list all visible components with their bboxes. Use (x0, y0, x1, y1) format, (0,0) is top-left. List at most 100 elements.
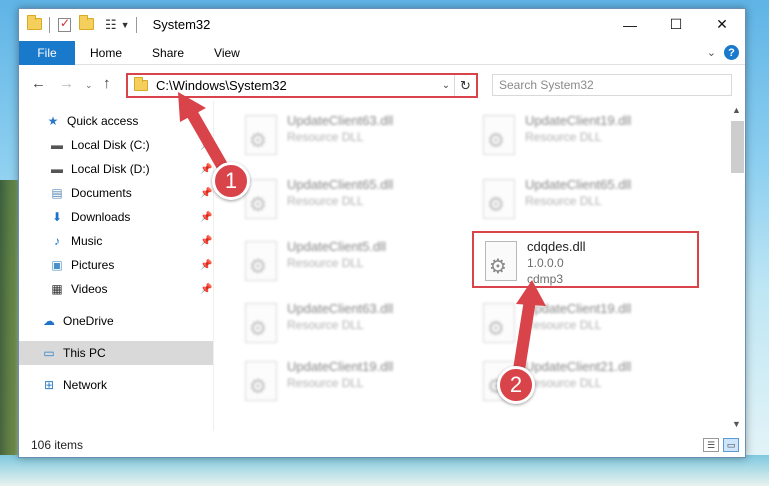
dll-file-icon (483, 303, 515, 343)
dll-file-icon (483, 179, 515, 219)
file-tile[interactable]: UpdateClient19.dll Resource DLL (235, 355, 455, 407)
file-name: UpdateClient19.dll (525, 113, 632, 128)
dll-file-icon (245, 361, 277, 401)
pin-icon[interactable]: 📌 (200, 164, 212, 175)
sidebar-item-music[interactable]: ♪ Music 📌 (19, 229, 213, 253)
status-bar: 106 items ☰ ▭ (19, 433, 745, 457)
recent-locations-chevron-icon[interactable]: ⌄ (85, 80, 93, 91)
sidebar-item-quick-access[interactable]: ★ Quick access (19, 109, 213, 133)
music-icon: ♪ (54, 234, 60, 248)
pin-icon[interactable]: 📌 (200, 188, 212, 199)
tab-view[interactable]: View (199, 46, 255, 60)
file-name: UpdateClient21.dll (525, 359, 632, 374)
new-folder-icon[interactable] (79, 14, 95, 32)
address-bar[interactable]: C:\Windows\System32 ⌄ ↻ (126, 73, 478, 98)
address-dropdown-icon[interactable]: ⌄ (438, 80, 454, 91)
title-bar: ☷ ▼ System32 — ☐ ✕ (19, 9, 745, 40)
sidebar-item-label: This PC (63, 346, 106, 360)
sidebar-item-documents[interactable]: ▤ Documents 📌 (19, 181, 213, 205)
sidebar-item-label: Videos (71, 282, 108, 296)
folder-icon (134, 77, 148, 91)
file-explorer-window: ☷ ▼ System32 — ☐ ✕ File Home Share View … (18, 8, 746, 458)
search-input[interactable] (492, 74, 732, 96)
sidebar-item-onedrive[interactable]: ☁ OneDrive (19, 309, 213, 333)
tab-file[interactable]: File (19, 40, 75, 65)
file-tile[interactable]: UpdateClient19.dll Resource DLL (473, 109, 693, 161)
address-path[interactable]: C:\Windows\System32 (156, 78, 438, 93)
back-arrow-icon[interactable]: ← (31, 75, 46, 92)
sidebar-item-pictures[interactable]: ▣ Pictures 📌 (19, 253, 213, 277)
file-tile[interactable]: UpdateClient65.dll Resource DLL (235, 173, 455, 225)
divider (135, 16, 137, 33)
file-type: Resource DLL (525, 318, 602, 332)
file-name: UpdateClient19.dll (525, 301, 632, 316)
file-tile[interactable]: UpdateClient63.dll Resource DLL (235, 297, 455, 349)
maximize-button[interactable]: ☐ (653, 9, 699, 40)
forward-arrow-icon[interactable]: → (59, 75, 74, 92)
scroll-up-icon[interactable]: ▲ (732, 105, 741, 115)
up-arrow-icon[interactable]: ↑ (103, 75, 111, 92)
pin-icon[interactable]: 📌 (200, 236, 212, 247)
pin-icon[interactable]: 📌 (200, 284, 212, 295)
pin-icon[interactable]: 📌 (200, 140, 212, 151)
sidebar-item-local-disk-d[interactable]: ▬ Local Disk (D:) 📌 (19, 157, 213, 181)
minimize-button[interactable]: — (607, 9, 653, 40)
scroll-down-icon[interactable]: ▼ (732, 419, 741, 429)
videos-icon: ▦ (51, 282, 63, 296)
view-switcher: ☰ ▭ (703, 438, 739, 452)
sidebar-item-local-disk-c[interactable]: ▬ Local Disk (C:) 📌 (19, 133, 213, 157)
item-count: 106 items (31, 438, 84, 452)
file-name: UpdateClient63.dll (287, 113, 394, 128)
file-type: Resource DLL (525, 194, 602, 208)
sidebar-item-label: Quick access (67, 114, 139, 128)
pin-icon[interactable]: 📌 (200, 212, 212, 223)
sidebar-item-network[interactable]: ⊞ Network (19, 373, 213, 397)
file-list: UpdateClient63.dll Resource DLL UpdateCl… (215, 101, 729, 431)
file-type: Resource DLL (287, 256, 364, 270)
file-tile[interactable]: UpdateClient5.dll Resource DLL (235, 235, 455, 287)
close-button[interactable]: ✕ (699, 9, 745, 40)
background-sea (0, 455, 769, 486)
vertical-scrollbar[interactable]: ▲ ▼ (729, 101, 746, 431)
window-title: System32 (152, 17, 211, 32)
tab-home[interactable]: Home (75, 46, 137, 60)
computer-icon: ▭ (43, 346, 55, 360)
quick-access-dropdown-icon[interactable]: ▼ (121, 20, 130, 30)
sidebar-item-downloads[interactable]: ⬇ Downloads 📌 (19, 205, 213, 229)
details-view-icon[interactable]: ☰ (703, 438, 719, 452)
large-icons-view-icon[interactable]: ▭ (723, 438, 739, 452)
dll-file-icon (245, 115, 277, 155)
sidebar-item-label: Local Disk (D:) (71, 162, 150, 176)
cloud-icon: ☁ (43, 314, 55, 328)
file-type: Resource DLL (525, 130, 602, 144)
expand-ribbon-chevron-icon[interactable]: ⌄ (707, 46, 716, 59)
network-icon: ⊞ (43, 378, 55, 392)
sidebar-item-this-pc[interactable]: ▭ This PC (19, 341, 213, 365)
file-tile[interactable]: UpdateClient63.dll Resource DLL (235, 109, 455, 161)
pin-icon[interactable]: 📌 (200, 260, 212, 271)
file-name: UpdateClient65.dll (287, 177, 394, 192)
file-tile[interactable]: UpdateClient65.dll Resource DLL (473, 173, 693, 225)
dll-file-icon (245, 179, 277, 219)
properties-check-icon[interactable] (58, 16, 71, 32)
sidebar-item-videos[interactable]: ▦ Videos 📌 (19, 277, 213, 301)
refresh-icon[interactable]: ↻ (454, 75, 476, 96)
file-type: Resource DLL (287, 318, 364, 332)
file-tile[interactable]: UpdateClient19.dll Resource DLL (473, 297, 693, 349)
tab-share[interactable]: Share (137, 46, 199, 60)
help-icon[interactable]: ? (724, 45, 739, 60)
drive-icon: ▬ (51, 162, 63, 176)
scroll-thumb[interactable] (731, 121, 744, 173)
download-icon: ⬇ (51, 210, 63, 224)
folder-icon[interactable] (27, 14, 43, 32)
drive-icon: ▬ (51, 138, 63, 152)
customize-toolbar-icon[interactable]: ☷ (105, 17, 117, 33)
sidebar-item-label: Downloads (71, 210, 131, 224)
ribbon-tabs: File Home Share View ⌄ ? (19, 40, 745, 65)
pictures-icon: ▣ (51, 258, 63, 272)
file-name: UpdateClient19.dll (287, 359, 394, 374)
documents-icon: ▤ (51, 186, 63, 200)
annotation-badge-1: 1 (212, 162, 250, 200)
file-name: UpdateClient65.dll (525, 177, 632, 192)
sidebar-item-label: Local Disk (C:) (71, 138, 150, 152)
